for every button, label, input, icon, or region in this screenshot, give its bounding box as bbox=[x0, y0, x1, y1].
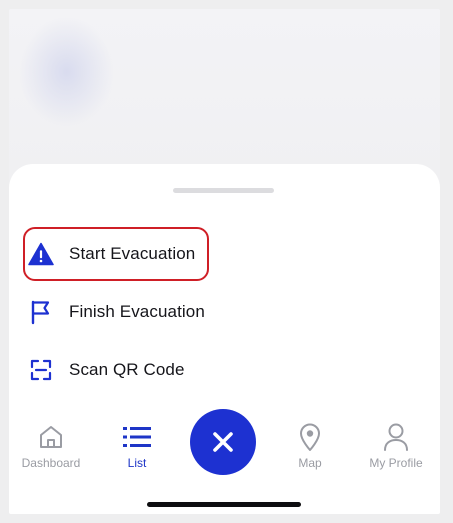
bottom-sheet: Start Evacuation Finish Evacuation Scan … bbox=[9, 164, 440, 514]
list-icon bbox=[122, 422, 152, 452]
tab-map[interactable]: Map bbox=[270, 422, 350, 470]
background-content bbox=[9, 9, 440, 184]
menu-item-label: Finish Evacuation bbox=[69, 302, 205, 321]
home-indicator[interactable] bbox=[147, 502, 301, 507]
tab-label: My Profile bbox=[369, 456, 423, 470]
close-icon bbox=[211, 430, 235, 454]
menu-item-start-evacuation[interactable]: Start Evacuation bbox=[27, 235, 327, 273]
tab-label: List bbox=[127, 456, 147, 470]
phone-screen: Start Evacuation Finish Evacuation Scan … bbox=[9, 9, 440, 514]
home-icon bbox=[36, 422, 66, 452]
location-pin-icon bbox=[295, 422, 325, 452]
menu-item-finish-evacuation[interactable]: Finish Evacuation bbox=[27, 293, 327, 331]
tab-label: Dashboard bbox=[21, 456, 81, 470]
menu-item-scan-qr-code[interactable]: Scan QR Code bbox=[27, 351, 327, 389]
warning-triangle-icon bbox=[27, 240, 55, 268]
tab-list[interactable]: List bbox=[97, 422, 177, 470]
tab-dashboard[interactable]: Dashboard bbox=[11, 422, 91, 470]
blurred-element bbox=[19, 17, 114, 127]
menu-item-label: Scan QR Code bbox=[69, 360, 185, 379]
person-icon bbox=[381, 422, 411, 452]
menu-item-label: Start Evacuation bbox=[69, 244, 196, 263]
sheet-grabber[interactable] bbox=[173, 188, 274, 193]
tab-label: Map bbox=[298, 456, 322, 470]
flag-icon bbox=[27, 298, 55, 326]
qr-scan-icon bbox=[27, 356, 55, 384]
tab-my-profile[interactable]: My Profile bbox=[356, 422, 436, 470]
close-menu-button[interactable] bbox=[190, 409, 256, 475]
